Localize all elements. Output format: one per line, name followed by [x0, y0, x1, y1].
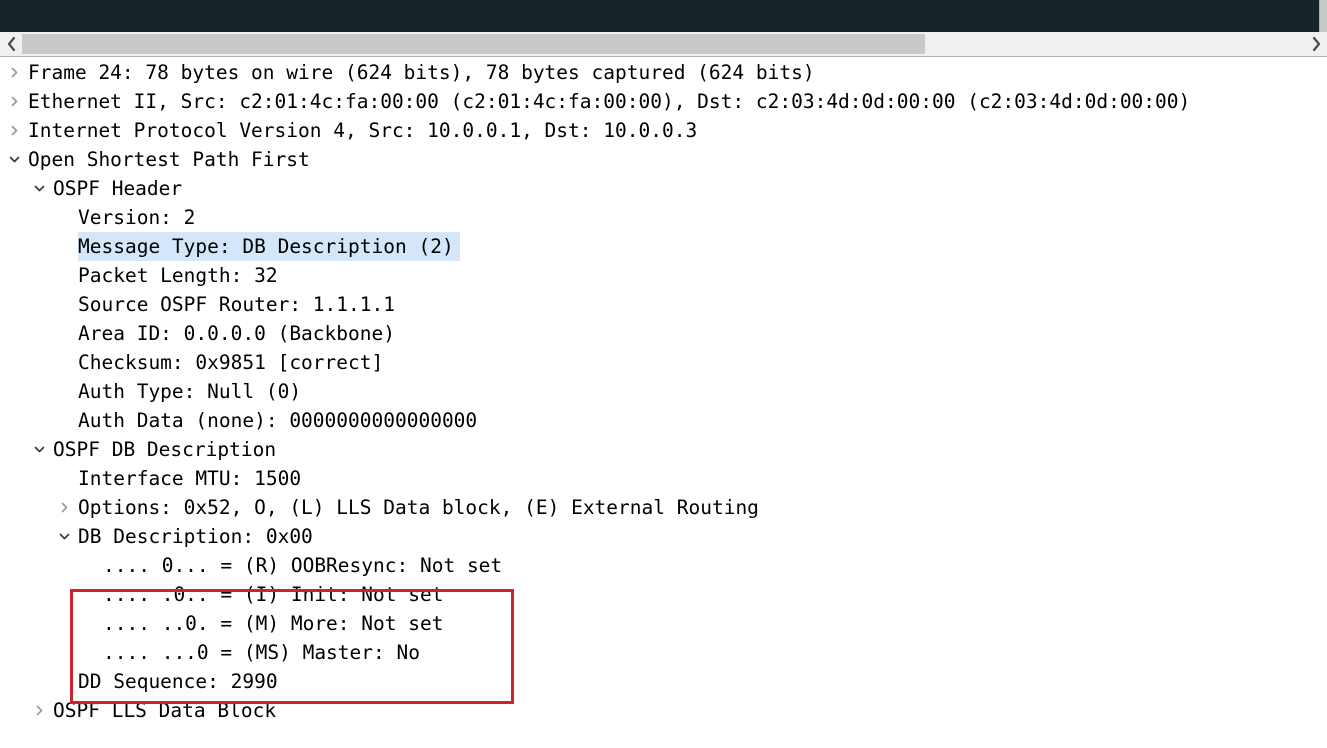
tree-row-dd-sequence[interactable]: DD Sequence: 2990: [0, 667, 1327, 696]
chevron-right-icon[interactable]: [1305, 32, 1327, 56]
tree-label-source-router: Source OSPF Router: 1.1.1.1: [78, 293, 395, 316]
chevron-right-icon[interactable]: [4, 116, 24, 145]
wireshark-packet-detail-view: 24 05:25:22.220535 10.0.0.1 10.0.0.3 OSP…: [0, 0, 1327, 748]
tree-label-ethernet: Ethernet II, Src: c2:01:4c:fa:00:00 (c2:…: [28, 90, 1191, 113]
tree-label-ospf-db-desc: OSPF DB Description: [53, 438, 277, 461]
vertical-scrollbar[interactable]: [1319, 0, 1327, 32]
tree-row-auth-data[interactable]: Auth Data (none): 0000000000000000: [0, 406, 1327, 435]
tree-label-ipv4: Internet Protocol Version 4, Src: 10.0.0…: [28, 119, 698, 142]
tree-label-flag-more: .... ..0. = (M) More: Not set: [103, 612, 444, 635]
chevron-right-icon[interactable]: [4, 58, 24, 87]
tree-row-flag-oobresync[interactable]: .... 0... = (R) OOBResync: Not set: [0, 551, 1327, 580]
tree-label-area-id: Area ID: 0.0.0.0 (Backbone): [78, 322, 395, 345]
tree-label-flag-master: .... ...0 = (MS) Master: No: [103, 641, 420, 664]
tree-label-message-type: Message Type: DB Description (2): [78, 232, 460, 261]
tree-row-ethernet[interactable]: Ethernet II, Src: c2:01:4c:fa:00:00 (c2:…: [0, 87, 1327, 116]
tree-row-flag-init[interactable]: .... .0.. = (I) Init: Not set: [0, 580, 1327, 609]
chevron-left-icon[interactable]: [0, 32, 22, 56]
tree-label-ospf: Open Shortest Path First: [28, 148, 310, 171]
tree-label-packet-length: Packet Length: 32: [78, 264, 278, 287]
chevron-down-icon[interactable]: [54, 522, 74, 551]
tree-label-options: Options: 0x52, O, (L) LLS Data block, (E…: [78, 496, 759, 519]
tree-row-packet-length[interactable]: Packet Length: 32: [0, 261, 1327, 290]
tree-row-source-router[interactable]: Source OSPF Router: 1.1.1.1: [0, 290, 1327, 319]
tree-row-checksum[interactable]: Checksum: 0x9851 [correct]: [0, 348, 1327, 377]
horizontal-scrollbar-thumb[interactable]: [22, 34, 925, 54]
tree-row-version[interactable]: Version: 2: [0, 203, 1327, 232]
tree-label-frame: Frame 24: 78 bytes on wire (624 bits), 7…: [28, 61, 815, 84]
tree-row-ipv4[interactable]: Internet Protocol Version 4, Src: 10.0.0…: [0, 116, 1327, 145]
tree-row-flag-more[interactable]: .... ..0. = (M) More: Not set: [0, 609, 1327, 638]
tree-label-auth-type: Auth Type: Null (0): [78, 380, 302, 403]
tree-row-frame[interactable]: Frame 24: 78 bytes on wire (624 bits), 7…: [0, 58, 1327, 87]
chevron-right-icon[interactable]: [4, 87, 24, 116]
horizontal-scrollbar[interactable]: [0, 32, 1327, 57]
tree-label-checksum: Checksum: 0x9851 [correct]: [78, 351, 384, 374]
selected-packet-row[interactable]: 24 05:25:22.220535 10.0.0.1 10.0.0.3 OSP…: [0, 0, 1319, 32]
tree-label-auth-data: Auth Data (none): 0000000000000000: [78, 409, 478, 432]
tree-row-interface-mtu[interactable]: Interface MTU: 1500: [0, 464, 1327, 493]
chevron-right-icon[interactable]: [54, 493, 74, 522]
tree-label-flag-oobresync: .... 0... = (R) OOBResync: Not set: [103, 554, 503, 577]
tree-row-message-type[interactable]: Message Type: DB Description (2): [0, 232, 1327, 261]
tree-row-db-description[interactable]: DB Description: 0x00: [0, 522, 1327, 551]
tree-label-version: Version: 2: [78, 206, 196, 229]
tree-row-options[interactable]: Options: 0x52, O, (L) LLS Data block, (E…: [0, 493, 1327, 522]
tree-label-ospf-lls: OSPF LLS Data Block: [53, 699, 277, 722]
tree-row-area-id[interactable]: Area ID: 0.0.0.0 (Backbone): [0, 319, 1327, 348]
packet-detail-tree[interactable]: Frame 24: 78 bytes on wire (624 bits), 7…: [0, 58, 1327, 748]
tree-label-interface-mtu: Interface MTU: 1500: [78, 467, 302, 490]
tree-row-ospf-db-desc[interactable]: OSPF DB Description: [0, 435, 1327, 464]
chevron-down-icon[interactable]: [29, 174, 49, 203]
tree-row-ospf[interactable]: Open Shortest Path First: [0, 145, 1327, 174]
tree-label-ospf-header: OSPF Header: [53, 177, 183, 200]
tree-row-flag-master[interactable]: .... ...0 = (MS) Master: No: [0, 638, 1327, 667]
chevron-down-icon[interactable]: [29, 435, 49, 464]
tree-row-auth-type[interactable]: Auth Type: Null (0): [0, 377, 1327, 406]
tree-row-ospf-header[interactable]: OSPF Header: [0, 174, 1327, 203]
chevron-right-icon[interactable]: [29, 696, 49, 725]
tree-row-ospf-lls[interactable]: OSPF LLS Data Block: [0, 696, 1327, 725]
chevron-down-icon[interactable]: [4, 145, 24, 174]
tree-label-flag-init: .... .0.. = (I) Init: Not set: [103, 583, 444, 606]
tree-label-dd-sequence: DD Sequence: 2990: [78, 670, 278, 693]
tree-label-db-description: DB Description: 0x00: [78, 525, 313, 548]
